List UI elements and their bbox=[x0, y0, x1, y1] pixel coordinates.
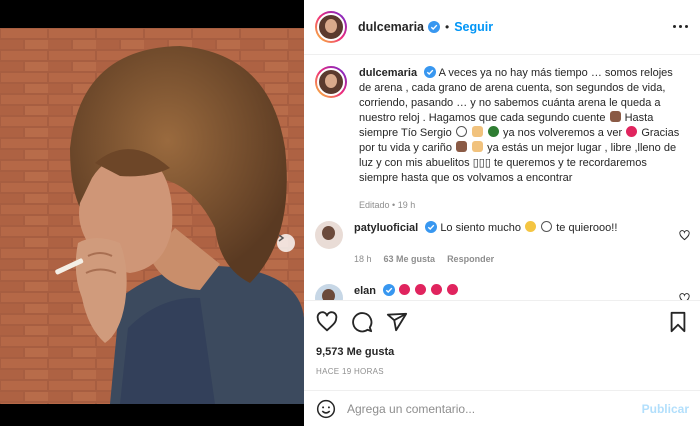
praying-hands-icon bbox=[472, 141, 484, 152]
author-username[interactable]: dulcemaria bbox=[358, 20, 424, 34]
more-icon bbox=[673, 25, 676, 28]
comment-text-part-2: te quierooo!! bbox=[556, 222, 618, 234]
meta-separator: • bbox=[392, 200, 396, 210]
white-heart-icon bbox=[541, 221, 553, 232]
commenter-username[interactable]: elan bbox=[354, 285, 376, 297]
comment-input[interactable] bbox=[347, 401, 632, 416]
separator-dot: • bbox=[445, 20, 450, 34]
verified-icon bbox=[428, 21, 441, 33]
sunglasses-face-icon bbox=[487, 126, 499, 137]
caption-avatar[interactable] bbox=[315, 66, 347, 98]
share-icon[interactable] bbox=[386, 311, 408, 333]
post-photo[interactable] bbox=[0, 28, 304, 404]
praying-hands-icon bbox=[471, 126, 483, 137]
commenter-username[interactable]: patyluoficial bbox=[354, 222, 418, 234]
add-comment-bar: Publicar bbox=[304, 390, 700, 426]
comment-age[interactable]: 18 h bbox=[354, 254, 372, 264]
comment-likes[interactable]: 63 Me gusta bbox=[384, 254, 436, 264]
post-actions: 9,573 Me gusta HACE 19 HORAS bbox=[304, 300, 700, 390]
caption-part-3: ya nos volveremos a ver bbox=[502, 127, 623, 139]
caption-text: dulcemaria A veces ya no hay más tiempo … bbox=[359, 66, 685, 186]
verified-icon bbox=[424, 66, 437, 78]
post-timestamp: HACE 19 HORAS bbox=[316, 367, 384, 376]
post-modal: dulcemaria • Seguir dulcemaria A veces y… bbox=[0, 0, 700, 426]
more-options-button[interactable] bbox=[673, 25, 688, 28]
white-heart-icon bbox=[455, 126, 467, 137]
comment-meta: 18 h 63 Me gusta Responder bbox=[354, 254, 669, 264]
caption-missing-glyphs: ▯▯▯ bbox=[472, 157, 491, 169]
comment-text: elan bbox=[354, 284, 669, 299]
follow-button[interactable]: Seguir bbox=[454, 20, 493, 34]
comment-like-heart-icon[interactable] bbox=[679, 293, 690, 300]
caption-author[interactable]: dulcemaria bbox=[359, 67, 417, 79]
red-heart-icon bbox=[431, 284, 443, 295]
sad-face-icon bbox=[525, 221, 537, 232]
comment-item: patyluoficial Lo siento mucho te quieroo… bbox=[315, 221, 690, 264]
red-heart-icon bbox=[399, 284, 411, 295]
heart-icon[interactable] bbox=[316, 311, 338, 333]
comment-text: patyluoficial Lo siento mucho te quieroo… bbox=[354, 221, 669, 236]
author-avatar[interactable] bbox=[315, 11, 347, 43]
comment-like-heart-icon[interactable] bbox=[679, 230, 690, 241]
post-caption: dulcemaria A veces ya no hay más tiempo … bbox=[315, 66, 690, 210]
likes-count[interactable]: 9,573 Me gusta bbox=[316, 346, 394, 358]
emoji-icon bbox=[456, 141, 467, 152]
next-arrow-icon bbox=[278, 234, 285, 242]
red-heart-icon bbox=[626, 126, 638, 137]
bookmark-icon[interactable] bbox=[667, 311, 689, 333]
commenter-avatar[interactable] bbox=[315, 284, 343, 300]
comment-item: elan bbox=[315, 284, 690, 300]
verified-icon bbox=[383, 284, 396, 296]
post-header: dulcemaria • Seguir bbox=[304, 0, 700, 55]
reply-button[interactable]: Responder bbox=[447, 254, 494, 264]
verified-icon bbox=[425, 221, 438, 233]
caption-age[interactable]: 19 h bbox=[398, 200, 416, 210]
commenter-avatar[interactable] bbox=[315, 221, 343, 249]
emoji-icon bbox=[609, 111, 621, 122]
next-image-button[interactable] bbox=[277, 234, 295, 252]
red-heart-icon bbox=[415, 284, 427, 295]
edited-label: Editado bbox=[359, 200, 390, 210]
emoji-picker-icon[interactable] bbox=[316, 399, 336, 419]
comment-text-part-1: Lo siento mucho bbox=[440, 222, 522, 234]
red-heart-icon bbox=[447, 284, 459, 295]
photo-image bbox=[0, 28, 304, 404]
publish-button[interactable]: Publicar bbox=[642, 402, 689, 416]
comment-icon[interactable] bbox=[351, 311, 373, 333]
comments-list[interactable]: dulcemaria A veces ya no hay más tiempo … bbox=[304, 56, 700, 300]
post-detail-panel: dulcemaria • Seguir dulcemaria A veces y… bbox=[304, 0, 700, 426]
caption-meta: Editado • 19 h bbox=[359, 200, 685, 210]
